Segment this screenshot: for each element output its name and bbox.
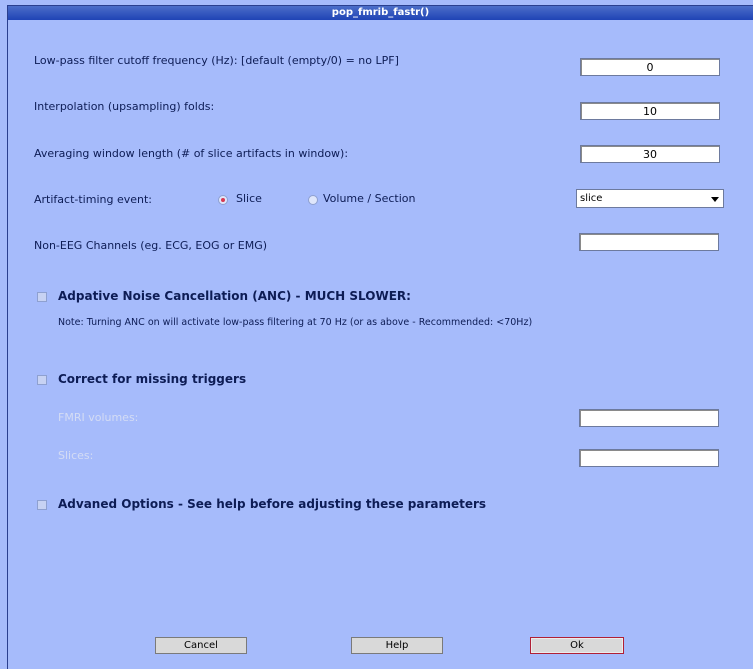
timing-select-value: slice	[580, 193, 603, 204]
interp-label: Interpolation (upsampling) folds:	[34, 100, 215, 113]
anc-checkbox[interactable]	[37, 292, 47, 302]
dialog-window: pop_fmrib_fastr() Low-pass filter cutoff…	[0, 0, 753, 669]
advanced-options-checkbox[interactable]	[37, 500, 47, 510]
timing-label: Artifact-timing event:	[34, 193, 152, 206]
radio-volume-section[interactable]	[308, 195, 318, 205]
radio-slice[interactable]	[218, 195, 228, 205]
interp-input[interactable]: 10	[580, 102, 720, 120]
chevron-down-icon	[711, 197, 719, 202]
missing-triggers-checkbox[interactable]	[37, 375, 47, 385]
non-eeg-label: Non-EEG Channels (eg. ECG, EOG or EMG)	[34, 239, 268, 252]
missing-triggers-label[interactable]: Correct for missing triggers	[58, 372, 246, 386]
anc-note: Note: Turning ANC on will activate low-p…	[58, 317, 533, 328]
avg-label: Averaging window length (# of slice arti…	[34, 147, 349, 160]
lpf-label: Low-pass filter cutoff frequency (Hz): […	[34, 54, 399, 67]
ok-button[interactable]: Ok	[530, 637, 624, 654]
radio-slice-label[interactable]: Slice	[236, 192, 262, 205]
non-eeg-input[interactable]	[579, 233, 719, 251]
advanced-options-label[interactable]: Advaned Options - See help before adjust…	[58, 497, 486, 511]
timing-select[interactable]: slice	[576, 189, 724, 208]
window-left-border	[7, 6, 8, 669]
fmri-volumes-input[interactable]	[579, 409, 719, 427]
window-titlebar[interactable]: pop_fmrib_fastr()	[8, 6, 753, 20]
cancel-button[interactable]: Cancel	[155, 637, 247, 654]
lpf-input[interactable]: 0	[580, 58, 720, 76]
fmri-volumes-label: FMRI volumes:	[58, 411, 139, 424]
slices-label: Slices:	[58, 449, 94, 462]
slices-input[interactable]	[579, 449, 719, 467]
radio-volume-label[interactable]: Volume / Section	[323, 192, 415, 205]
help-button[interactable]: Help	[351, 637, 443, 654]
anc-label[interactable]: Adpative Noise Cancellation (ANC) - MUCH…	[58, 289, 411, 303]
avg-input[interactable]: 30	[580, 145, 720, 163]
